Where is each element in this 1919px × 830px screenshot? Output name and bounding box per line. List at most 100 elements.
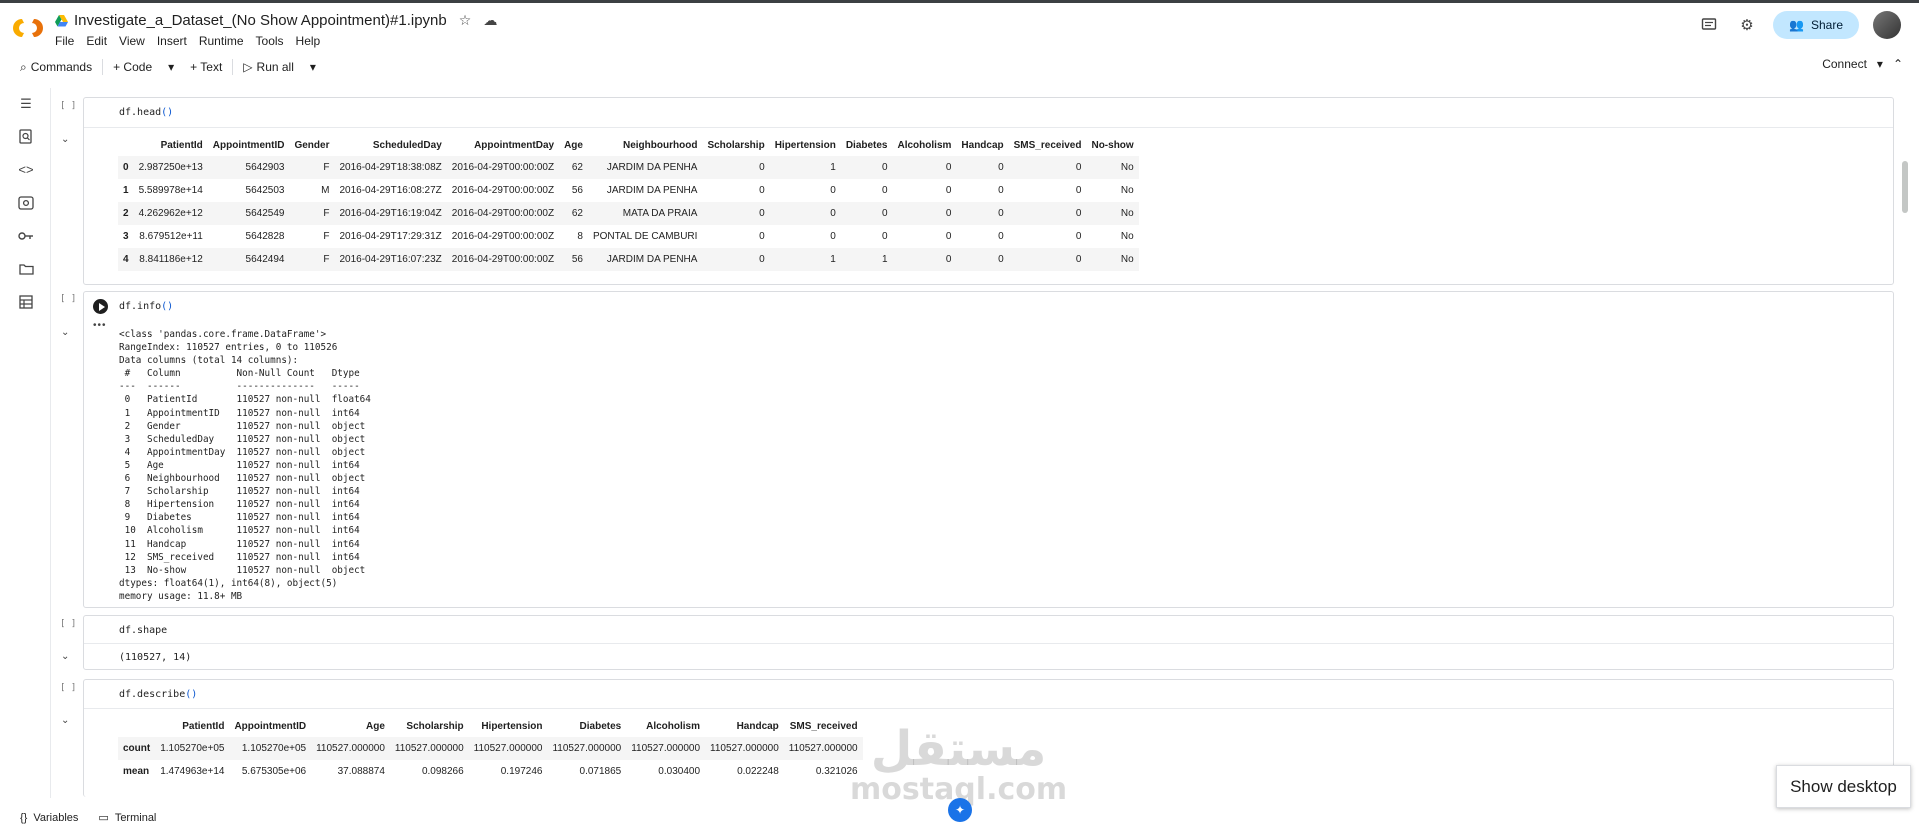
notebook-title[interactable]: Investigate_a_Dataset_(No Show Appointme… (74, 12, 447, 29)
table-cell: F (323, 162, 330, 173)
column-header: PatientId (160, 140, 203, 151)
column-header: Gender (294, 140, 330, 151)
collapse-output-chevron-icon[interactable]: ⌄ (61, 327, 69, 338)
variables-button[interactable]: {} Variables (20, 812, 78, 824)
variables-inspector-icon[interactable] (14, 190, 38, 215)
column-header: Neighbourhood (623, 140, 698, 151)
column-header: Scholarship (406, 721, 464, 732)
output-separator (84, 708, 1893, 709)
table-header-row: PatientId AppointmentID Gender ScheduledDay… (118, 135, 1139, 156)
cell-execution-count: [ ] (60, 683, 77, 693)
code-input[interactable]: df.describe() (119, 689, 197, 700)
terminal-icon: ▭ (98, 812, 109, 824)
account-avatar[interactable] (1873, 11, 1901, 39)
commands-button[interactable]: ⌕ Commands (12, 57, 100, 78)
table-cell: No (1120, 231, 1134, 242)
table-cell: 5642549 (245, 208, 285, 219)
code-input[interactable]: df.info() (119, 301, 173, 312)
watermark-arabic: مستقل (870, 721, 1047, 777)
table-cell: 0.022248 (737, 766, 779, 777)
add-code-button[interactable]: + Code (105, 57, 160, 77)
collapse-output-chevron-icon[interactable]: ⌄ (61, 715, 69, 726)
table-cell: MATA DA PRAIA (622, 208, 698, 219)
table-cell: 0.197246 (500, 766, 543, 777)
collapse-header-chevron-icon[interactable]: ⌃ (1893, 57, 1903, 71)
menu-insert[interactable]: Insert (157, 34, 187, 48)
run-all-button[interactable]: ▷ Run all (235, 57, 302, 77)
table-cell: 0 (945, 254, 952, 265)
code-cell-head[interactable]: df.head() PatientId AppointmentID Gender Sc… (83, 97, 1894, 285)
column-header: Alcoholism (897, 140, 952, 151)
column-header (118, 135, 134, 156)
column-header: Hipertension (481, 721, 543, 732)
table-cell: 5642828 (245, 231, 285, 242)
menu-edit[interactable]: Edit (86, 34, 107, 48)
collapse-output-chevron-icon[interactable]: ⌄ (61, 134, 69, 145)
column-header: AppointmentID (212, 140, 285, 151)
cloud-saved-icon[interactable]: ☁ (483, 12, 497, 29)
code-snippets-icon[interactable]: <> (14, 157, 38, 182)
code-input[interactable]: df.head() (119, 107, 173, 118)
code-paren: () (161, 301, 174, 312)
code-input[interactable]: df.shape (119, 625, 167, 636)
comments-icon[interactable] (1697, 13, 1721, 37)
table-cell: 110527.000000 (473, 743, 543, 754)
mostaql-watermark: مستقل mostaql.com (850, 725, 1067, 805)
gemini-spark-icon[interactable]: ✦ (948, 798, 972, 822)
menu-runtime[interactable]: Runtime (199, 34, 244, 48)
menu-file[interactable]: File (55, 34, 74, 48)
connect-dropdown-icon[interactable]: ▾ (1877, 57, 1883, 71)
table-cell: 0 (998, 254, 1004, 265)
table-cell: 1 (830, 162, 836, 173)
find-icon[interactable] (14, 124, 38, 149)
star-icon[interactable]: ☆ (459, 12, 472, 29)
output-actions-more-icon[interactable]: ••• (93, 320, 107, 331)
column-header: AppointmentDay (474, 140, 555, 151)
column-header: Alcoholism (646, 721, 701, 732)
table-cell: 5642903 (245, 162, 285, 173)
column-header: Handcap (736, 721, 779, 732)
table-row: count 1.105270e+05 1.105270e+05 110527.0000… (118, 737, 863, 760)
row-index: count (123, 743, 151, 754)
menu-view[interactable]: View (119, 34, 145, 48)
table-cell: 0 (881, 162, 888, 173)
connect-button[interactable]: Connect (1822, 57, 1867, 71)
table-cell: 110527.000000 (394, 743, 464, 754)
table-cell: 2016-04-29T17:29:31Z (339, 231, 442, 242)
code-dropdown-chevron-icon[interactable]: ▾ (160, 57, 182, 77)
vertical-scrollbar[interactable] (1902, 161, 1908, 213)
run-cell-button[interactable] (93, 299, 108, 314)
share-button[interactable]: 👥 Share (1773, 11, 1859, 39)
code-cell-shape[interactable]: df.shape (110527, 14) (83, 615, 1894, 670)
table-row: 3 8.679512e+11 5642828 F 2016-04-29T17:29:31… (118, 225, 1139, 248)
table-cell: 2016-04-29T00:00:00Z (451, 231, 555, 242)
collapse-output-chevron-icon[interactable]: ⌄ (61, 651, 69, 662)
menubar: File Edit View Insert Runtime Tools Help (55, 34, 320, 48)
colab-logo-icon[interactable] (12, 15, 44, 41)
menu-tools[interactable]: Tools (256, 34, 284, 48)
braces-icon: {} (20, 811, 28, 824)
variables-label: Variables (33, 811, 79, 824)
table-cell: 2016-04-29T00:00:00Z (451, 254, 555, 265)
run-all-dropdown-icon[interactable]: ▾ (302, 57, 324, 77)
table-cell: M (321, 185, 330, 196)
secrets-key-icon[interactable] (14, 223, 38, 248)
toc-icon[interactable]: ☰ (14, 91, 38, 116)
row-index: 4 (123, 254, 129, 265)
table-cell: 5642503 (245, 185, 285, 196)
column-header: SMS_received (1013, 140, 1082, 151)
table-cell: 56 (571, 254, 583, 265)
code-cell-info[interactable]: df.info() ••• <class 'pandas.core.frame.… (83, 291, 1894, 608)
column-header: Hipertension (774, 140, 836, 151)
menu-help[interactable]: Help (296, 34, 321, 48)
files-folder-icon[interactable] (14, 256, 38, 281)
table-cell: 1.105270e+05 (241, 743, 307, 754)
add-text-button[interactable]: + Text (182, 57, 230, 77)
terminal-button[interactable]: ▭ Terminal (98, 811, 156, 825)
settings-gear-icon[interactable]: ⚙ (1735, 13, 1759, 37)
header: Investigate_a_Dataset_(No Show Appointme… (0, 3, 1919, 50)
data-table-icon[interactable] (14, 289, 38, 314)
column-header: Handcap (961, 140, 1004, 151)
table-cell: F (323, 208, 330, 219)
column-header: No-show (1091, 140, 1134, 151)
